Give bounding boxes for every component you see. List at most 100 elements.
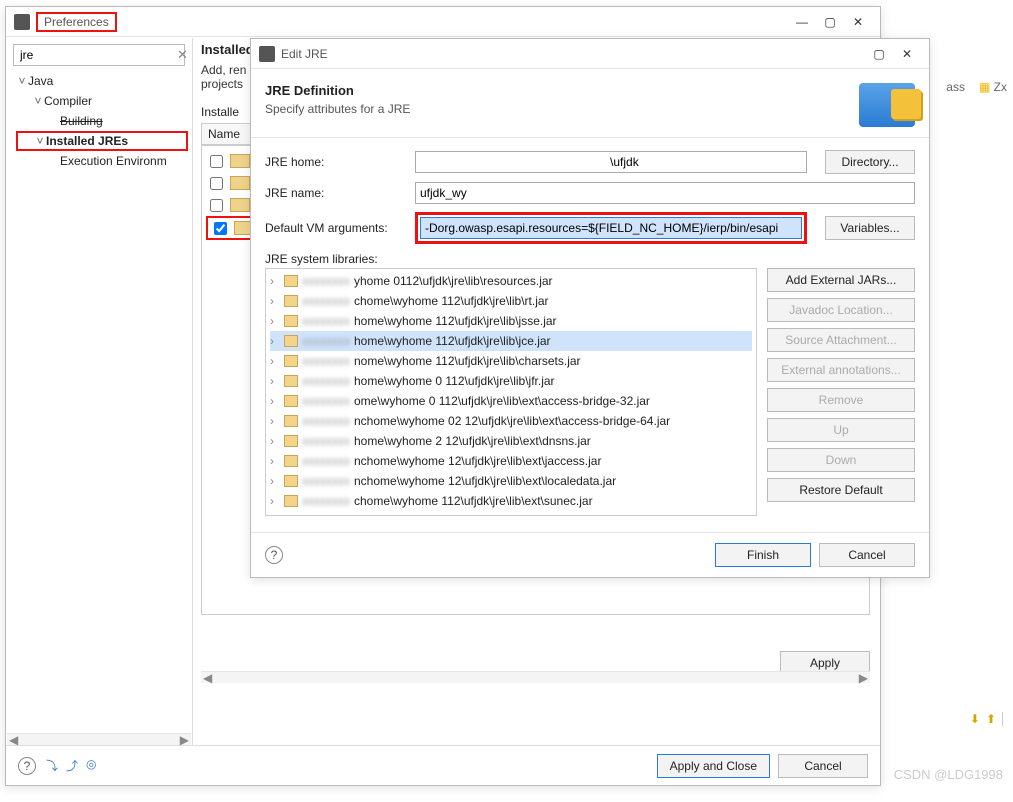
- lib-row[interactable]: ›xxxxxxxxhome\wyhome 0 112\ufjdk\jre\lib…: [270, 371, 752, 391]
- restore-default-button[interactable]: Restore Default: [767, 478, 915, 502]
- jar-icon: [284, 435, 298, 447]
- add-external-jars-button[interactable]: Add External JARs...: [767, 268, 915, 292]
- lib-path: nome\wyhome 112\ufjdk\jre\lib\charsets.j…: [354, 354, 581, 368]
- expand-icon[interactable]: ›: [270, 274, 280, 288]
- system-libs-list[interactable]: ›xxxxxxxxyhome 0112\ufjdk\jre\lib\resour…: [265, 268, 757, 516]
- eclipse-icon: [14, 14, 30, 30]
- directory-button[interactable]: Directory...: [825, 150, 915, 174]
- eclipse-icon: [259, 46, 275, 62]
- jre-icon: [230, 198, 250, 212]
- jre-icon: [230, 154, 250, 168]
- expand-icon[interactable]: ›: [270, 334, 280, 348]
- minimize-button[interactable]: —: [788, 11, 816, 33]
- lib-row[interactable]: ›xxxxxxxxnchome\wyhome 02 12\ufjdk\jre\l…: [270, 411, 752, 431]
- lib-path: home\wyhome 2 12\ufjdk\jre\lib\ext\dnsns…: [354, 434, 591, 448]
- close-button[interactable]: ✕: [893, 43, 921, 65]
- tree-installed-jres[interactable]: ˅Installed JREs: [16, 131, 188, 151]
- maximize-button[interactable]: ▢: [865, 43, 893, 65]
- variables-button[interactable]: Variables...: [825, 216, 915, 240]
- jre-row-check[interactable]: [210, 199, 223, 212]
- jar-icon: [284, 315, 298, 327]
- lib-row[interactable]: ›xxxxxxxxome\wyhome 0 112\ufjdk\jre\lib\…: [270, 391, 752, 411]
- lib-row[interactable]: ›xxxxxxxxhome\wyhome 112\ufjdk\jre\lib\j…: [270, 331, 752, 351]
- finish-button[interactable]: Finish: [715, 543, 811, 567]
- maximize-button[interactable]: ▢: [816, 11, 844, 33]
- filter-input[interactable]: [18, 47, 177, 63]
- lib-row[interactable]: ›xxxxxxxxnome\wyhome 112\ufjdk\jre\lib\c…: [270, 351, 752, 371]
- expand-icon[interactable]: ›: [270, 454, 280, 468]
- javadoc-location-button[interactable]: Javadoc Location...: [767, 298, 915, 322]
- tree-java[interactable]: ˅Java: [16, 71, 188, 91]
- filter-search[interactable]: ✕: [13, 44, 185, 66]
- lib-path: home\wyhome 0 112\ufjdk\jre\lib\jfr.jar: [354, 374, 555, 388]
- tree-building[interactable]: Building: [16, 111, 188, 131]
- expand-icon[interactable]: ›: [270, 294, 280, 308]
- help-icon[interactable]: ?: [265, 546, 283, 564]
- lib-path: yhome 0112\ufjdk\jre\lib\resources.jar: [354, 274, 553, 288]
- editjre-titlebar: Edit JRE ▢ ✕: [251, 39, 929, 69]
- expand-icon[interactable]: ›: [270, 434, 280, 448]
- close-button[interactable]: ✕: [844, 11, 872, 33]
- arrow-up-icon[interactable]: ⬆: [986, 712, 996, 726]
- lib-row[interactable]: ›xxxxxxxxnchome\wyhome 12\ufjdk\jre\lib\…: [270, 451, 752, 471]
- jre-name-input[interactable]: [415, 182, 915, 204]
- tree-scrollbar[interactable]: ◀▶: [7, 733, 191, 745]
- expand-icon[interactable]: ›: [270, 414, 280, 428]
- cancel-button[interactable]: Cancel: [778, 754, 868, 778]
- expand-icon[interactable]: ›: [270, 474, 280, 488]
- expand-icon[interactable]: ›: [270, 394, 280, 408]
- jre-row-check-selected[interactable]: [214, 222, 227, 235]
- cancel-button[interactable]: Cancel: [819, 543, 915, 567]
- tree-compiler[interactable]: ˅Compiler: [16, 91, 188, 111]
- jar-icon: [284, 355, 298, 367]
- jar-icon: [284, 335, 298, 347]
- up-button[interactable]: Up: [767, 418, 915, 442]
- external-annotations-button[interactable]: External annotations...: [767, 358, 915, 382]
- jar-icon: [284, 495, 298, 507]
- lib-row[interactable]: ›xxxxxxxxyhome 0112\ufjdk\jre\lib\resour…: [270, 271, 752, 291]
- lib-row[interactable]: ›xxxxxxxxchome\wyhome 112\ufjdk\jre\lib\…: [270, 291, 752, 311]
- record-icon[interactable]: ◎: [86, 757, 96, 774]
- remove-button[interactable]: Remove: [767, 388, 915, 412]
- preferences-tree: ˅Java ˅Compiler Building ˅Installed JREs…: [16, 71, 188, 171]
- prefs-title: Preferences: [36, 12, 117, 32]
- jar-icon: [284, 395, 298, 407]
- bg-tab-ass[interactable]: ass: [946, 80, 965, 94]
- jre-banner-icon: [859, 83, 915, 127]
- source-attachment-button[interactable]: Source Attachment...: [767, 328, 915, 352]
- lib-row[interactable]: ›xxxxxxxxchome\wyhome 112\ufjdk\jre\lib\…: [270, 491, 752, 511]
- lib-path: chome\wyhome 112\ufjdk\jre\lib\rt.jar: [354, 294, 549, 308]
- jre-home-label: JRE home:: [265, 155, 405, 169]
- jar-icon: [284, 455, 298, 467]
- watermark: CSDN @LDG1998: [894, 767, 1003, 782]
- tree-exec-env[interactable]: Execution Environm: [16, 151, 188, 171]
- expand-icon[interactable]: ›: [270, 314, 280, 328]
- expand-icon[interactable]: ›: [270, 374, 280, 388]
- expand-icon[interactable]: ›: [270, 494, 280, 508]
- jre-home-input[interactable]: [415, 151, 807, 173]
- lib-row[interactable]: ›xxxxxxxxhome\wyhome 112\ufjdk\jre\lib\j…: [270, 311, 752, 331]
- lib-row[interactable]: ›xxxxxxxxhome\wyhome 2 12\ufjdk\jre\lib\…: [270, 431, 752, 451]
- bg-tab-zx[interactable]: ▦ Zx: [979, 80, 1007, 94]
- apply-and-close-button[interactable]: Apply and Close: [657, 754, 770, 778]
- jre-icon: [230, 176, 250, 190]
- help-icon[interactable]: ?: [18, 757, 36, 775]
- vm-args-input[interactable]: [420, 217, 802, 239]
- jar-icon: [284, 415, 298, 427]
- clear-filter-icon[interactable]: ✕: [177, 47, 188, 63]
- prefs-titlebar: Preferences — ▢ ✕: [6, 7, 880, 37]
- lib-row[interactable]: ›xxxxxxxxnchome\wyhome 12\ufjdk\jre\lib\…: [270, 471, 752, 491]
- expand-icon[interactable]: ›: [270, 354, 280, 368]
- down-button[interactable]: Down: [767, 448, 915, 472]
- definition-subtitle: Specify attributes for a JRE: [265, 102, 859, 116]
- jre-row-check[interactable]: [210, 155, 223, 168]
- jre-row-check[interactable]: [210, 177, 223, 190]
- jar-icon: [284, 375, 298, 387]
- vm-args-label: Default VM arguments:: [265, 221, 405, 235]
- prefs-footer: ? ⤵ ⤴ ◎ Apply and Close Cancel: [6, 745, 880, 785]
- table-scrollbar[interactable]: ◀▶: [201, 671, 870, 683]
- lib-path: home\wyhome 112\ufjdk\jre\lib\jsse.jar: [354, 314, 557, 328]
- import-icon[interactable]: ⤵: [46, 757, 58, 774]
- export-icon[interactable]: ⤴: [66, 757, 78, 774]
- arrow-down-icon[interactable]: ⬇: [970, 712, 980, 726]
